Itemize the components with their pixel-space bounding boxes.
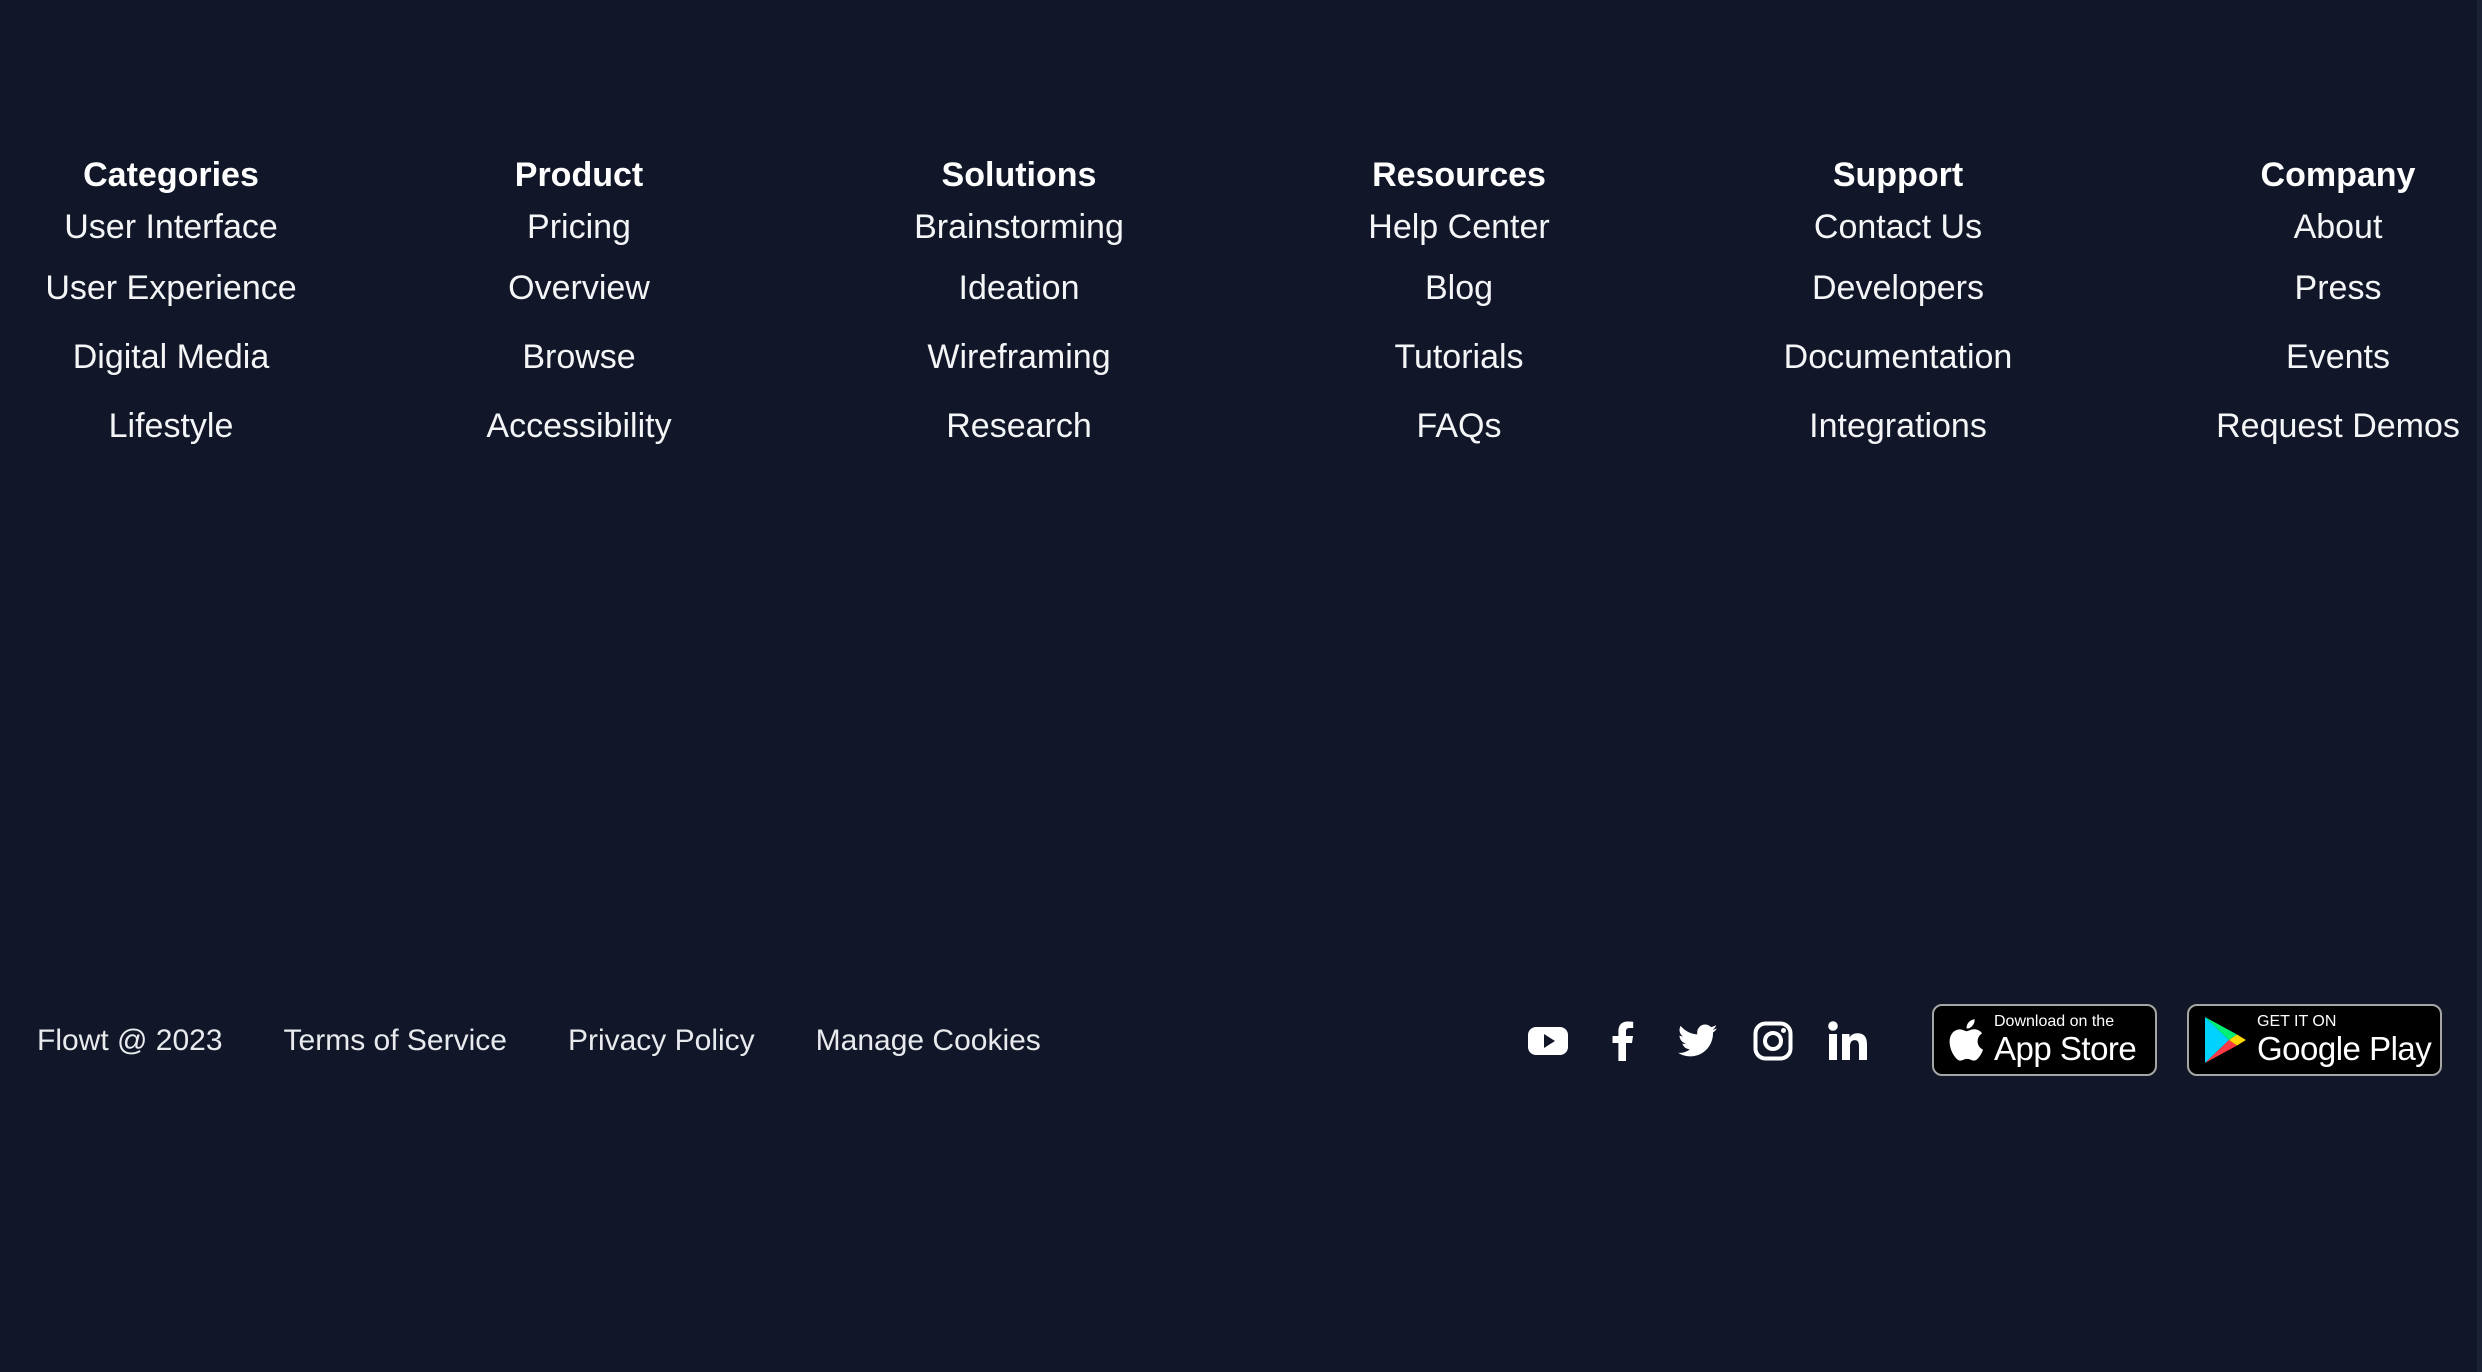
legal-links: Flowt @ 2023 Terms of Service Privacy Po…: [37, 1003, 1102, 1079]
column-links: User Interface User Experience Digital M…: [0, 200, 371, 461]
footer-link[interactable]: Developers: [1698, 254, 2098, 323]
apple-icon: [1948, 1018, 1984, 1062]
google-play-icon: [2203, 1015, 2247, 1065]
footer-link[interactable]: Tutorials: [1259, 323, 1659, 392]
column-heading: Support: [1832, 156, 1964, 194]
column-links: Brainstorming Ideation Wireframing Resea…: [819, 200, 1219, 461]
copyright-text: Flowt @ 2023: [37, 1024, 223, 1057]
linkedin-icon[interactable]: [1826, 1019, 1870, 1063]
column-heading: Product: [514, 156, 644, 194]
footer-link[interactable]: Press: [2138, 254, 2482, 323]
footer-column-support: Support Contact Us Developers Documentat…: [1698, 150, 2098, 461]
footer-link[interactable]: Ideation: [819, 254, 1219, 323]
footer-link[interactable]: Pricing: [379, 200, 779, 254]
app-store-large-text: App Store: [1994, 1030, 2137, 1067]
column-links: Contact Us Developers Documentation Inte…: [1698, 200, 2098, 461]
footer-link[interactable]: FAQs: [1259, 392, 1659, 461]
column-heading: Company: [2260, 156, 2416, 194]
app-store-badge[interactable]: Download on the App Store: [1932, 1004, 2157, 1076]
instagram-icon[interactable]: [1751, 1019, 1795, 1063]
footer-link[interactable]: Wireframing: [819, 323, 1219, 392]
footer-link[interactable]: Contact Us: [1698, 200, 2098, 254]
social-links: [1526, 1003, 1901, 1079]
column-heading: Categories: [83, 156, 259, 194]
column-links: Pricing Overview Browse Accessibility: [379, 200, 779, 461]
google-play-small-text: GET IT ON: [2257, 1013, 2337, 1030]
footer-column-categories: Categories User Interface User Experienc…: [0, 150, 371, 461]
footer-column-product: Product Pricing Overview Browse Accessib…: [379, 150, 779, 461]
footer-link[interactable]: Brainstorming: [819, 200, 1219, 254]
app-store-small-text: Download on the: [1994, 1013, 2115, 1030]
app-store-text: Download on the App Store: [1994, 1013, 2137, 1067]
footer-nav: Categories User Interface User Experienc…: [0, 150, 2482, 490]
footer-link[interactable]: Lifestyle: [0, 392, 371, 461]
twitter-icon[interactable]: [1676, 1019, 1720, 1063]
footer-link[interactable]: Blog: [1259, 254, 1659, 323]
footer-link[interactable]: Accessibility: [379, 392, 779, 461]
google-play-badge[interactable]: GET IT ON Google Play: [2187, 1004, 2442, 1076]
column-heading: Solutions: [941, 156, 1097, 194]
footer-column-company: Company About Press Events Request Demos: [2138, 150, 2482, 461]
youtube-icon[interactable]: [1526, 1019, 1570, 1063]
footer-link[interactable]: Integrations: [1698, 392, 2098, 461]
footer-bottom-bar: Flowt @ 2023 Terms of Service Privacy Po…: [0, 1003, 2482, 1079]
footer-link[interactable]: Documentation: [1698, 323, 2098, 392]
footer-column-resources: Resources Help Center Blog Tutorials FAQ…: [1259, 150, 1659, 461]
footer-link[interactable]: Request Demos: [2138, 392, 2482, 461]
footer-column-solutions: Solutions Brainstorming Ideation Wirefra…: [819, 150, 1219, 461]
footer-link[interactable]: Research: [819, 392, 1219, 461]
footer-link[interactable]: User Experience: [0, 254, 371, 323]
footer-link[interactable]: Overview: [379, 254, 779, 323]
facebook-icon[interactable]: [1601, 1019, 1645, 1063]
manage-cookies-link[interactable]: Manage Cookies: [816, 1024, 1041, 1058]
footer-link[interactable]: Events: [2138, 323, 2482, 392]
footer-link[interactable]: Browse: [379, 323, 779, 392]
footer-link[interactable]: User Interface: [0, 200, 371, 254]
column-links: About Press Events Request Demos: [2138, 200, 2482, 461]
footer-link[interactable]: About: [2138, 200, 2482, 254]
footer-link[interactable]: Digital Media: [0, 323, 371, 392]
privacy-policy-link[interactable]: Privacy Policy: [568, 1024, 755, 1058]
footer-link[interactable]: Help Center: [1259, 200, 1659, 254]
google-play-text: GET IT ON Google Play: [2257, 1013, 2432, 1067]
terms-of-service-link[interactable]: Terms of Service: [284, 1024, 507, 1058]
column-links: Help Center Blog Tutorials FAQs: [1259, 200, 1659, 461]
google-play-large-text: Google Play: [2257, 1030, 2432, 1067]
column-heading: Resources: [1372, 156, 1546, 194]
